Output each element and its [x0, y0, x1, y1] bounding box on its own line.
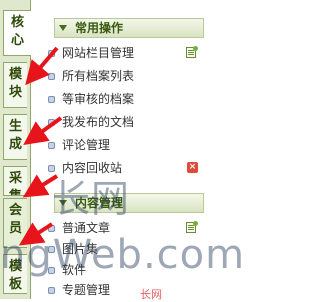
tab-generate-label: 生成: [8, 119, 22, 152]
bullet-icon: [48, 267, 55, 274]
tab-modules[interactable]: 模块: [3, 62, 27, 108]
menu-item-label: 等审核的档案: [62, 92, 135, 106]
bullet-icon: [48, 119, 55, 126]
menu-item-label: 普通文章: [62, 221, 111, 235]
menu-item-label: 专题管理: [62, 283, 111, 297]
delete-icon[interactable]: ×: [187, 162, 198, 173]
bullet-icon: [48, 246, 55, 253]
tab-members[interactable]: 会员: [3, 198, 27, 248]
bullet-icon: [48, 287, 55, 294]
menu-item-pending-review[interactable]: 等审核的档案: [48, 90, 206, 108]
menu-item-my-documents[interactable]: 我发布的文档: [48, 113, 206, 131]
tab-core[interactable]: 核心: [3, 10, 31, 56]
menu-item-comments[interactable]: 评论管理: [48, 136, 206, 154]
section-common-ops-header[interactable]: 常用操作: [54, 18, 204, 38]
section-content-mgmt-header[interactable]: 内容管理: [54, 193, 204, 213]
menu-item-topics[interactable]: 专题管理: [48, 281, 206, 299]
bullet-icon: [48, 165, 55, 172]
menu-panel: 常用操作 网站栏目管理 所有档案列表 等审核的档案 我发布的文档 评论管理 内容…: [36, 0, 213, 299]
bullet-icon: [48, 96, 55, 103]
menu-item-all-archives[interactable]: 所有档案列表: [48, 67, 206, 85]
admin-sidebar: 核心 模块 生成 采集 会员 模板 常用操作 网站栏目管理 所有档案列表: [0, 0, 244, 301]
tab-templates-label: 模板: [8, 259, 22, 292]
section-title: 内容管理: [75, 196, 124, 210]
collapse-arrow-icon[interactable]: [59, 24, 67, 31]
menu-item-articles[interactable]: 普通文章: [48, 219, 206, 237]
add-icon[interactable]: [186, 46, 198, 58]
tab-modules-label: 模块: [8, 67, 22, 100]
vertical-tab-strip: 核心 模块 生成 采集 会员 模板: [0, 0, 31, 299]
section-title: 常用操作: [75, 21, 124, 35]
menu-item-label: 图片集: [62, 242, 99, 256]
bullet-icon: [48, 50, 55, 57]
tab-generate[interactable]: 生成: [3, 114, 27, 160]
bullet-icon: [48, 142, 55, 149]
bullet-icon: [48, 225, 55, 232]
tab-templates[interactable]: 模板: [3, 254, 27, 294]
menu-item-site-columns[interactable]: 网站栏目管理: [48, 44, 206, 62]
menu-item-label: 评论管理: [62, 138, 111, 152]
tab-members-label: 会员: [8, 203, 22, 236]
tab-core-label: 核心: [10, 15, 24, 48]
tab-collect-label: 采集: [8, 171, 22, 195]
menu-item-label: 我发布的文档: [62, 115, 135, 129]
collapse-arrow-icon[interactable]: [59, 199, 67, 206]
tab-collect[interactable]: 采集: [3, 166, 27, 196]
menu-item-label: 所有档案列表: [62, 69, 135, 83]
menu-item-software[interactable]: 软件: [48, 261, 206, 279]
menu-item-recycle-bin[interactable]: 内容回收站 ×: [48, 159, 206, 177]
add-icon[interactable]: [186, 221, 198, 233]
menu-item-label: 内容回收站: [62, 161, 123, 175]
menu-item-image-sets[interactable]: 图片集: [48, 240, 206, 258]
menu-item-label: 网站栏目管理: [62, 46, 135, 60]
menu-item-label: 软件: [62, 263, 87, 277]
bullet-icon: [48, 73, 55, 80]
